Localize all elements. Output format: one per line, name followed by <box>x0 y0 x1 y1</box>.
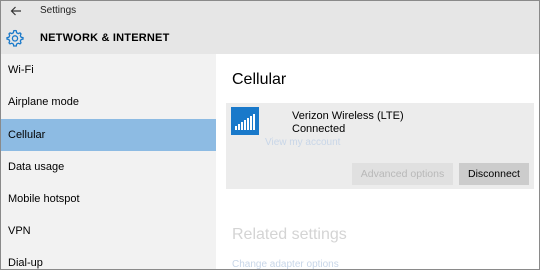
app-title: Settings <box>40 5 77 16</box>
disconnect-button[interactable]: Disconnect <box>459 163 529 185</box>
sidebar-item-mobile-hotspot[interactable]: Mobile hotspot <box>0 183 216 215</box>
gear-icon <box>6 29 24 47</box>
sidebar: Wi-Fi Airplane mode Cellular Data usage … <box>0 54 216 270</box>
sidebar-item-label: Cellular <box>8 129 46 141</box>
sidebar-item-label: Airplane mode <box>8 96 79 108</box>
back-button[interactable] <box>6 2 26 20</box>
signal-bars-icon <box>235 114 255 130</box>
title-bar: Settings <box>0 0 540 22</box>
sidebar-item-wifi[interactable]: Wi-Fi <box>0 54 216 86</box>
page-header: NETWORK & INTERNET <box>0 22 540 54</box>
back-arrow-icon <box>10 6 21 16</box>
main-content: Cellular Verizon Wireless (LTE) Connecte… <box>216 54 540 270</box>
related-settings-heading: Related settings <box>232 226 347 243</box>
sidebar-item-label: Mobile hotspot <box>8 193 80 205</box>
cellular-signal-icon[interactable] <box>231 107 259 135</box>
network-name: Verizon Wireless (LTE) <box>292 110 404 122</box>
view-account-link[interactable]: View my account <box>265 137 340 148</box>
sidebar-item-label: VPN <box>8 225 31 237</box>
section-title: Cellular <box>232 71 287 88</box>
advanced-options-button[interactable]: Advanced options <box>352 163 453 185</box>
change-adapter-options-link[interactable]: Change adapter options <box>232 259 339 270</box>
sidebar-item-data-usage[interactable]: Data usage <box>0 151 216 183</box>
sidebar-item-label: Dial-up <box>8 257 43 269</box>
sidebar-item-cellular[interactable]: Cellular <box>0 119 216 151</box>
page-title: NETWORK & INTERNET <box>40 32 170 44</box>
sidebar-item-dial-up[interactable]: Dial-up <box>0 247 216 279</box>
network-status: Connected <box>292 123 346 135</box>
sidebar-item-label: Data usage <box>8 161 65 173</box>
sidebar-item-vpn[interactable]: VPN <box>0 215 216 247</box>
sidebar-item-label: Wi-Fi <box>8 64 34 76</box>
sidebar-item-airplane-mode[interactable]: Airplane mode <box>0 86 216 118</box>
